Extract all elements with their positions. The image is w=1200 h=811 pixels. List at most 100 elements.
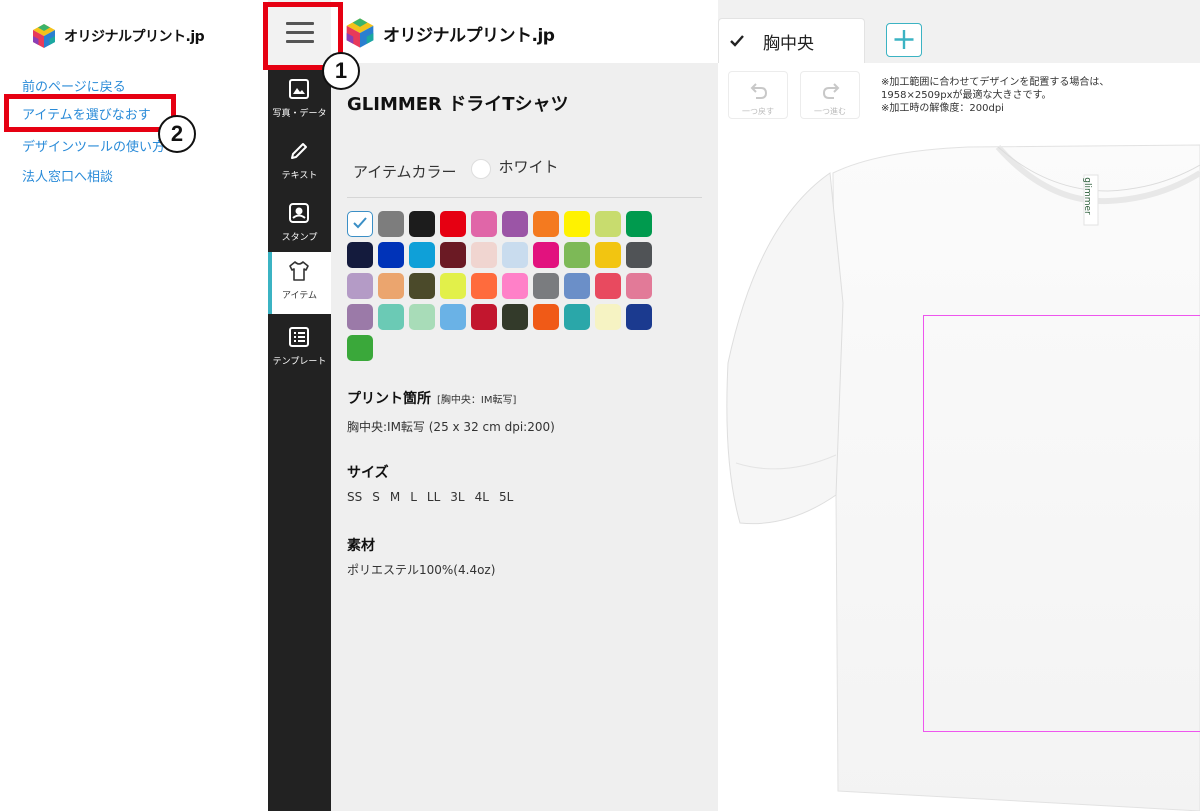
print-area-tag: [胸中央：IM転写] — [437, 395, 517, 406]
design-tool-guide-link[interactable]: デザインツールの使い方 — [22, 136, 165, 155]
color-swatch[interactable] — [595, 242, 621, 268]
color-swatch[interactable] — [440, 242, 466, 268]
undo-button[interactable]: 一つ戻す — [728, 71, 788, 119]
color-swatch[interactable] — [440, 273, 466, 299]
item-color-label: アイテムカラー — [353, 163, 457, 181]
brand-logo[interactable]: オリジナルプリント.jp — [30, 22, 205, 50]
cube-logo-icon — [33, 24, 55, 48]
color-swatch[interactable] — [564, 242, 590, 268]
color-swatch[interactable] — [409, 211, 435, 237]
rail-label: スタンプ — [281, 233, 318, 243]
color-swatch[interactable] — [564, 304, 590, 330]
brand-name: オリジナルプリント.jp — [64, 29, 205, 45]
color-swatch[interactable] — [409, 304, 435, 330]
side-menu: オリジナルプリント.jp 前のページに戻る アイテムを選びなおす デザインツール… — [0, 0, 268, 811]
print-area-guide[interactable] — [923, 315, 1200, 732]
rail-item-template[interactable]: テンプレート — [268, 318, 331, 380]
pencil-icon — [291, 143, 307, 159]
neck-tag-brand: glimmer — [1081, 177, 1092, 215]
color-swatch[interactable] — [626, 211, 652, 237]
product-name: GLIMMER ドライTシャツ — [347, 94, 569, 115]
color-swatch[interactable] — [347, 242, 373, 268]
color-swatch[interactable] — [502, 211, 528, 237]
color-swatch[interactable] — [440, 304, 466, 330]
color-swatch[interactable] — [409, 242, 435, 268]
stamp-icon — [289, 203, 309, 223]
resolution-notice: ※加工範囲に合わせてデザインを配置する場合は、 1958×2509pxが最適な大… — [881, 77, 1110, 114]
size-title: サイズ — [347, 465, 389, 481]
color-swatch[interactable] — [626, 304, 652, 330]
item-panel: オリジナルプリント.jp GLIMMER ドライTシャツ アイテムカラー ホワイ… — [331, 0, 718, 811]
color-swatch[interactable] — [347, 335, 373, 361]
color-swatch[interactable] — [440, 211, 466, 237]
color-swatch[interactable] — [533, 273, 559, 299]
rail-label: アイテム — [281, 291, 318, 301]
color-swatch[interactable] — [564, 273, 590, 299]
color-swatch[interactable] — [409, 273, 435, 299]
size-option: 3L — [450, 490, 465, 504]
corporate-consult-link[interactable]: 法人窓口へ相談 — [22, 166, 113, 185]
color-swatch[interactable] — [502, 273, 528, 299]
color-swatch[interactable] — [471, 242, 497, 268]
back-link[interactable]: 前のページに戻る — [22, 76, 126, 95]
color-swatch[interactable] — [502, 242, 528, 268]
image-icon — [289, 79, 309, 99]
rail-label: テンプレート — [272, 357, 327, 367]
callout-number-1: 1 — [322, 52, 360, 90]
redo-button[interactable]: 一つ進む — [800, 71, 860, 119]
callout-number-2: 2 — [158, 115, 196, 153]
color-swatch[interactable] — [626, 242, 652, 268]
rail-item-item[interactable]: アイテム — [268, 252, 331, 314]
header-brand-logo[interactable]: オリジナルプリント.jp — [343, 16, 555, 50]
brand-name: オリジナルプリント.jp — [383, 25, 555, 46]
print-area-heading: プリント箇所 [胸中央：IM転写] — [347, 388, 516, 408]
size-option: 5L — [498, 490, 514, 504]
color-swatch[interactable] — [347, 211, 373, 237]
undo-label: 一つ戻す — [742, 107, 774, 116]
color-swatch[interactable] — [378, 273, 404, 299]
print-position-tabbar: 胸中央 — [718, 0, 1200, 63]
selected-color-name: ホワイト — [498, 158, 559, 176]
selected-color-indicator — [470, 158, 491, 179]
color-swatch[interactable] — [347, 304, 373, 330]
size-option: S — [372, 490, 380, 504]
color-swatch[interactable] — [626, 273, 652, 299]
cube-logo-icon — [346, 18, 374, 48]
color-swatch[interactable] — [347, 273, 373, 299]
color-swatch[interactable] — [564, 211, 590, 237]
rail-item-text[interactable]: テキスト — [268, 132, 331, 194]
material-title: 素材 — [347, 538, 375, 554]
size-option: 4L — [474, 490, 489, 504]
color-swatch[interactable] — [471, 273, 497, 299]
divider — [347, 197, 702, 198]
tshirt-icon — [289, 261, 309, 281]
color-swatch[interactable] — [502, 304, 528, 330]
rail-item-stamp[interactable]: スタンプ — [268, 194, 331, 256]
undo-icon — [750, 83, 768, 99]
color-swatch[interactable] — [533, 211, 559, 237]
color-swatch[interactable] — [471, 304, 497, 330]
print-area-detail: 胸中央:IM転写 (25 x 32 cm dpi:200) — [347, 420, 555, 434]
color-swatch[interactable] — [595, 273, 621, 299]
color-swatch[interactable] — [533, 304, 559, 330]
color-swatch[interactable] — [595, 211, 621, 237]
color-swatch[interactable] — [378, 242, 404, 268]
print-area-title: プリント箇所 — [347, 391, 431, 407]
color-swatch[interactable] — [378, 304, 404, 330]
item-color-row: アイテムカラー ホワイト — [353, 155, 559, 182]
check-icon — [353, 217, 367, 229]
redo-icon — [822, 83, 840, 99]
check-icon — [730, 35, 744, 47]
color-swatch[interactable] — [378, 211, 404, 237]
size-list: SS S M L LL 3L 4L 5L — [347, 490, 513, 504]
color-swatch[interactable] — [533, 242, 559, 268]
tab-chest-center[interactable]: 胸中央 — [718, 18, 865, 63]
color-swatch[interactable] — [471, 211, 497, 237]
add-print-position-button[interactable] — [886, 23, 922, 57]
plus-icon — [894, 30, 914, 49]
material-value: ポリエステル100%(4.4oz) — [347, 563, 496, 577]
rail-item-photo-data[interactable]: 写真・データ — [268, 70, 331, 132]
color-swatch[interactable] — [595, 304, 621, 330]
tool-rail: 写真・データ テキスト スタンプ アイテム テンプレート — [268, 0, 331, 811]
size-option: LL — [426, 490, 441, 504]
